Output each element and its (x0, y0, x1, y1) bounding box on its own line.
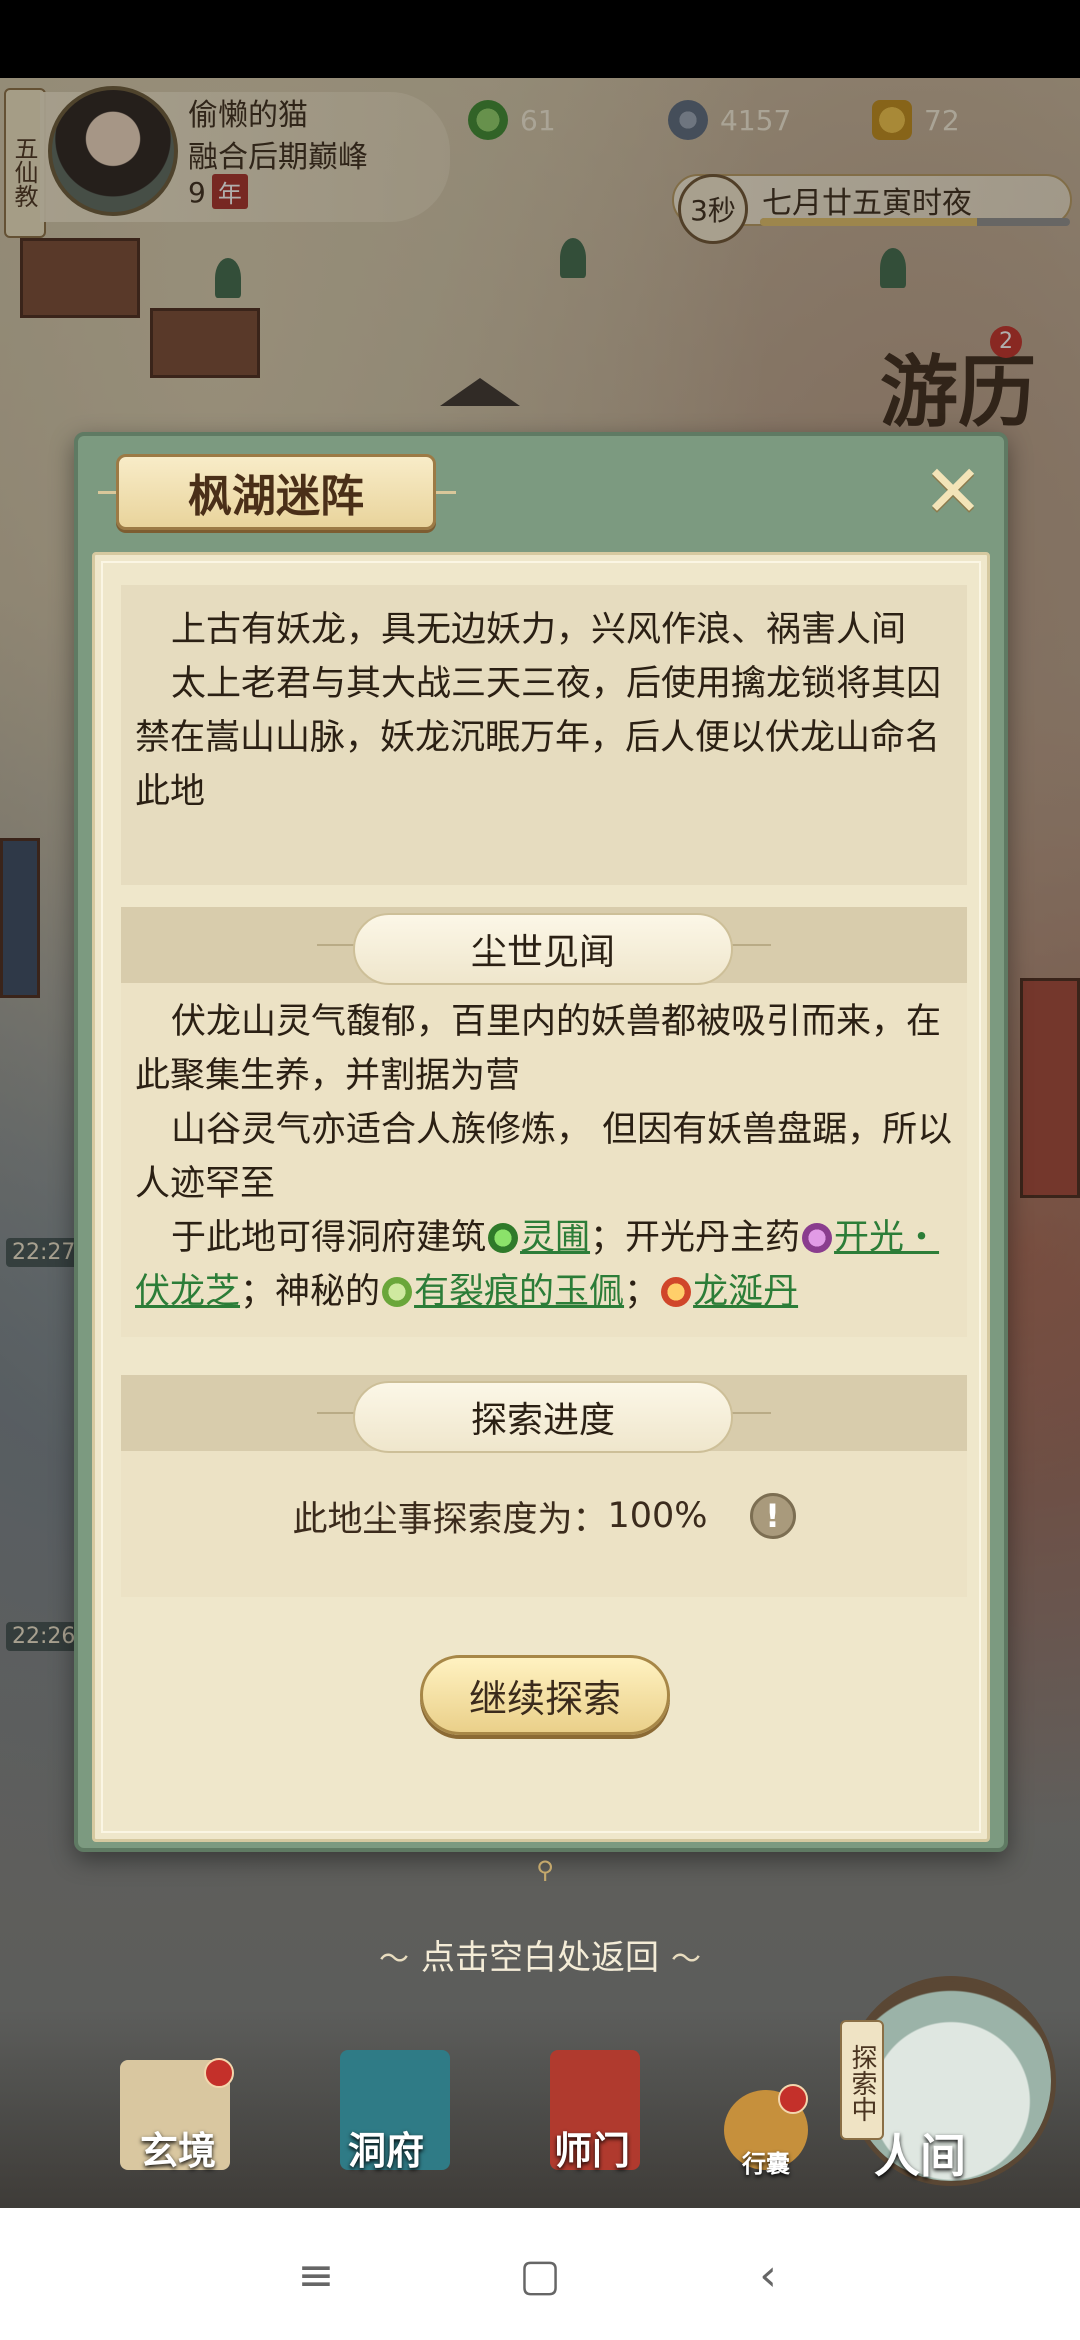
nav-shimen[interactable]: 师门 (554, 2120, 630, 2175)
continue-explore-button[interactable]: 继续探索 (420, 1655, 670, 1735)
rewards-text: ；神秘的 (240, 1272, 381, 1312)
info-icon[interactable]: ! (749, 1493, 796, 1539)
progress-row: 此地尘事探索度为： 100% ! (121, 1451, 967, 1581)
jade-pendant-icon (382, 1277, 413, 1307)
lore-section-body: 伏龙山灵气馥郁，百里内的妖兽都被吸引而来，在此聚集生养，并割据为营 山谷灵气亦适… (121, 983, 967, 1331)
rewards-text: ； (624, 1272, 660, 1312)
dialog-knob-icon: ⚲ (536, 1856, 554, 1884)
nav-renjian[interactable]: 人间 (874, 2120, 966, 2186)
lore-section-title: 尘世见闻 (353, 913, 733, 985)
notification-dot (204, 2058, 234, 2088)
location-dialog: 枫湖迷阵 ✕ 上古有妖龙，具无边妖力，兴风作浪、祸害人间 太上老君与其大战三天三… (74, 432, 1008, 1884)
dragon-pill-link[interactable]: 龙涎丹 (693, 1272, 798, 1312)
lore-paragraph: 山谷灵气亦适合人族修炼， 但因有妖兽盘踞，所以人迹罕至 (135, 1110, 953, 1204)
lore-section: 尘世见闻 伏龙山灵气馥郁，百里内的妖兽都被吸引而来，在此聚集生养，并割据为营 山… (121, 907, 967, 1337)
progress-value: 100% (607, 1496, 708, 1536)
return-hint-text: 点击空白处返回 (421, 1938, 659, 1978)
story-paragraph: 太上老君与其大战三天三夜，后使用擒龙锁将其囚禁在嵩山山脉，妖龙沉眠万年，后人便以… (135, 664, 942, 812)
progress-section: 探索进度 此地尘事探索度为： 100% ! (121, 1375, 967, 1597)
story-paragraph: 上古有妖龙，具无边妖力，兴风作浪、祸害人间 (171, 610, 907, 650)
home-icon[interactable]: ▢ (510, 2246, 570, 2306)
close-button[interactable]: ✕ (918, 455, 988, 528)
rewards-prefix: 于此地可得洞府建筑 (171, 1218, 487, 1258)
rewards-text: ；开光丹主药 (590, 1218, 801, 1258)
menu-icon[interactable]: ≡ (286, 2246, 346, 2306)
system-nav-bar: ≡ ▢ ‹ (0, 2208, 1080, 2340)
header-deco-line (317, 1412, 357, 1414)
spirit-field-link[interactable]: 灵圃 (520, 1218, 590, 1258)
notification-dot (778, 2084, 808, 2114)
story-box: 上古有妖龙，具无边妖力，兴风作浪、祸害人间 太上老君与其大战三天三夜，后使用擒龙… (121, 585, 967, 885)
dialog-content: 上古有妖龙，具无边妖力，兴风作浪、祸害人间 太上老君与其大战三天三夜，后使用擒龙… (92, 552, 990, 1842)
lore-paragraph: 伏龙山灵气馥郁，百里内的妖兽都被吸引而来，在此聚集生养，并割据为营 (135, 1002, 942, 1096)
header-deco-line (317, 944, 357, 946)
lore-section-header: 尘世见闻 (121, 907, 967, 985)
swirl-right-icon: 〜 (671, 1942, 701, 1977)
lore-rewards: 于此地可得洞府建筑 灵圃；开光丹主药 开光・伏龙芝；神秘的 有裂痕的玉佩； 龙涎丹 (135, 1211, 953, 1319)
status-bar (0, 0, 1080, 78)
jade-pendant-link[interactable]: 有裂痕的玉佩 (414, 1272, 624, 1312)
back-icon[interactable]: ‹ (738, 2246, 798, 2306)
dialog-title: 枫湖迷阵 (116, 454, 436, 530)
progress-section-header: 探索进度 (121, 1375, 967, 1453)
nav-xuanjing[interactable]: 玄境 (140, 2120, 216, 2175)
swirl-left-icon: 〜 (379, 1942, 409, 1977)
spirit-field-icon (488, 1223, 519, 1253)
mushroom-icon (802, 1223, 833, 1253)
nav-dongfu[interactable]: 洞府 (348, 2120, 424, 2175)
header-deco-line (731, 944, 771, 946)
progress-label: 此地尘事探索度为： (292, 1499, 608, 1540)
progress-section-title: 探索进度 (353, 1381, 733, 1453)
return-hint[interactable]: 〜点击空白处返回〜 (0, 1930, 1080, 1979)
header-deco-line (731, 1412, 771, 1414)
pill-icon[interactable] (661, 1277, 692, 1307)
nav-xingnang[interactable]: 行囊 (742, 2144, 790, 2179)
